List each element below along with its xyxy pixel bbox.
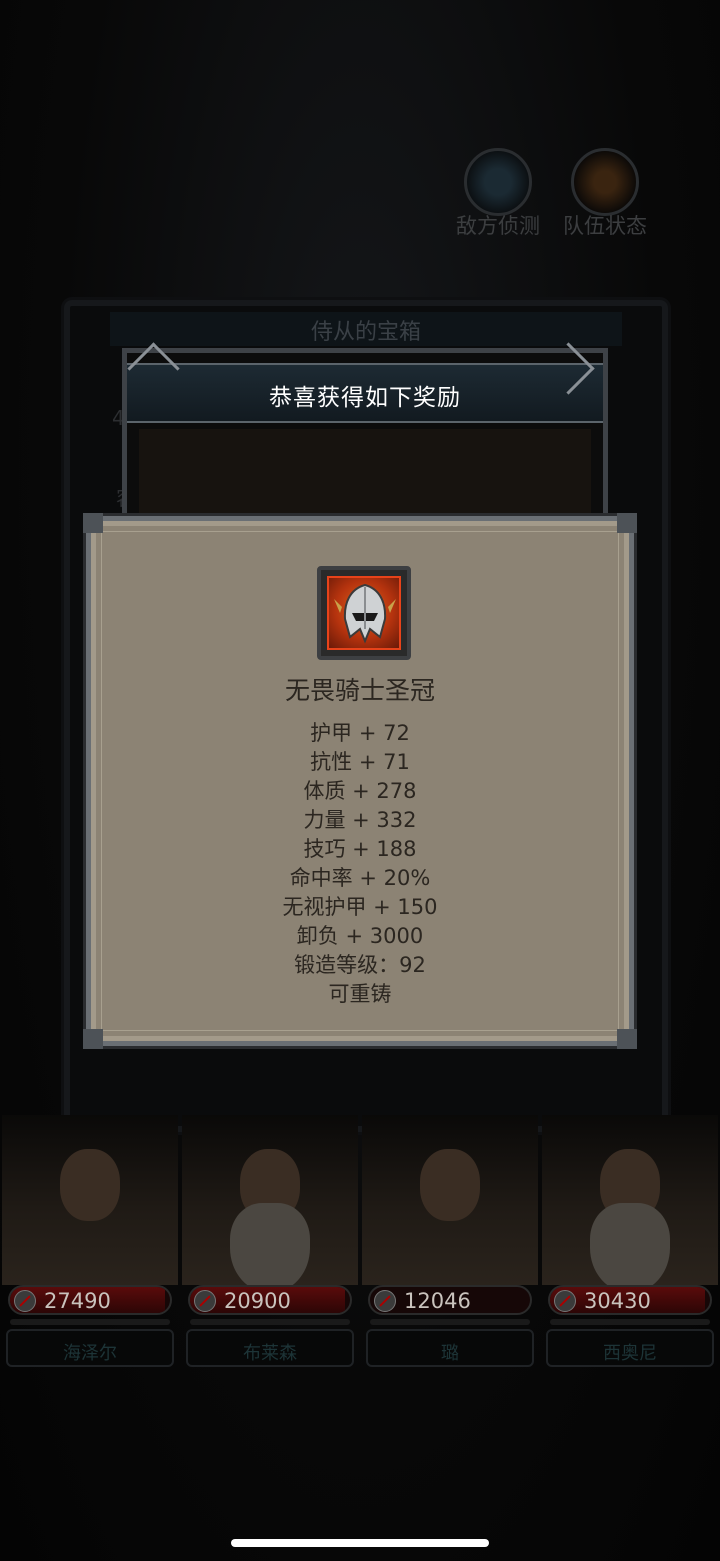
hero-card[interactable]: 27490 海泽尔	[2, 1115, 178, 1375]
hero-portrait	[542, 1115, 718, 1293]
corner-ornament	[617, 513, 637, 533]
hero-card[interactable]: 12046 璐	[362, 1115, 538, 1375]
hero-hp-value: 30430	[584, 1289, 651, 1313]
stat-line: 卸负 + 3000	[296, 924, 424, 948]
team-status-label: 队伍状态	[563, 214, 647, 238]
hero-energy-bar	[10, 1319, 170, 1325]
hero-card[interactable]: 30430 西奥尼	[542, 1115, 718, 1375]
hero-name: 西奥尼	[603, 1343, 657, 1364]
corner-ornament	[83, 513, 103, 533]
item-icon-background	[327, 576, 401, 650]
enemy-scan-button[interactable]: 敌方侦测	[438, 148, 558, 240]
hero-hp-value: 20900	[224, 1289, 291, 1313]
hp-icon	[194, 1290, 216, 1312]
hero-portrait	[362, 1115, 538, 1285]
hero-hp-bar: 30430	[548, 1285, 712, 1315]
hero-portrait	[2, 1115, 178, 1285]
hero-name: 海泽尔	[63, 1343, 117, 1364]
hero-roster: 27490 海泽尔 20900 布莱森 12046 璐 30430 西奥尼	[0, 1115, 720, 1375]
hero-name-box: 西奥尼	[546, 1329, 714, 1367]
hp-icon	[554, 1290, 576, 1312]
hero-name-box: 布莱森	[186, 1329, 354, 1367]
item-icon-frame	[317, 566, 411, 660]
stat-line: 抗性 + 71	[310, 750, 410, 774]
item-tooltip-panel[interactable]: 无畏骑士圣冠 护甲 + 72 抗性 + 71 体质 + 278 力量 + 332…	[83, 513, 637, 1049]
stat-line: 技巧 + 188	[303, 837, 417, 861]
hero-hp-value: 27490	[44, 1289, 111, 1313]
flame-icon	[571, 148, 639, 216]
hero-hp-bar: 20900	[188, 1285, 352, 1315]
hero-portrait	[182, 1115, 358, 1293]
hero-name: 璐	[441, 1343, 459, 1364]
hero-face	[420, 1149, 480, 1221]
hero-hp-bar: 27490	[8, 1285, 172, 1315]
knight-helmet-icon	[334, 583, 396, 644]
hero-card[interactable]: 20900 布莱森	[182, 1115, 358, 1375]
radar-icon	[464, 148, 532, 216]
enemy-scan-label: 敌方侦测	[456, 214, 540, 238]
reward-title: 恭喜获得如下奖励	[269, 385, 461, 411]
hero-beard	[590, 1203, 670, 1293]
team-status-button[interactable]: 队伍状态	[545, 148, 665, 240]
hp-icon	[374, 1290, 396, 1312]
hero-energy-bar	[550, 1319, 710, 1325]
item-stats-list: 护甲 + 72 抗性 + 71 体质 + 278 力量 + 332 技巧 + 1…	[91, 719, 629, 1009]
home-indicator[interactable]	[231, 1539, 489, 1547]
hero-name-box: 海泽尔	[6, 1329, 174, 1367]
stat-line: 锻造等级：92	[294, 953, 426, 977]
corner-ornament	[617, 1029, 637, 1049]
stat-line: 无视护甲 + 150	[282, 895, 438, 919]
corner-ornament	[83, 1029, 103, 1049]
stat-line: 可重铸	[328, 982, 392, 1006]
chest-title: 侍从的宝箱	[310, 320, 421, 345]
hero-name: 布莱森	[243, 1343, 297, 1364]
hero-beard	[230, 1203, 310, 1293]
hero-name-box: 璐	[366, 1329, 534, 1367]
hero-face	[60, 1149, 120, 1221]
stat-line: 命中率 + 20%	[289, 866, 431, 890]
stat-line: 体质 + 278	[303, 779, 417, 803]
stat-line: 护甲 + 72	[310, 721, 410, 745]
item-name: 无畏骑士圣冠	[284, 676, 435, 705]
stat-line: 力量 + 332	[303, 808, 417, 832]
hero-hp-bar: 12046	[368, 1285, 532, 1315]
reward-dialog: 恭喜获得如下奖励	[122, 348, 608, 533]
hero-energy-bar	[190, 1319, 350, 1325]
hero-hp-value: 12046	[404, 1289, 471, 1313]
hero-energy-bar	[370, 1319, 530, 1325]
hp-icon	[14, 1290, 36, 1312]
